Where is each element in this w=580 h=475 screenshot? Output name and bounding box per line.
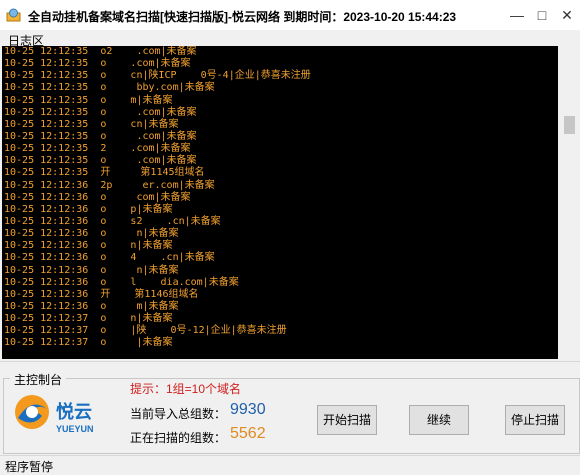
scanning-groups-value: 5562 [230, 425, 266, 442]
logo-text: 悦云 [56, 401, 92, 422]
app-icon [6, 8, 21, 22]
log-line: 10-25 12:12:36 o com|未备案 [4, 191, 191, 203]
log-line: 10-25 12:12:36 o l dia.com|未备案 [4, 276, 239, 288]
total-groups-label: 当前导入总组数： [130, 407, 227, 421]
log-line: 10-25 12:12:35 开 第1145组域名 [4, 167, 205, 179]
log-scrollbar[interactable] [561, 46, 578, 359]
log-line: 10-25 12:12:36 o n|未备案 [4, 264, 179, 276]
log-line: 10-25 12:12:35 o bby.com|未备案 [4, 82, 215, 94]
log-line: 10-25 12:12:35 o2 .com|未备案 [4, 46, 197, 57]
log-line: 10-25 12:12:36 o 4 .cn|未备案 [4, 252, 215, 264]
start-scan-button[interactable]: 开始扫描 [317, 405, 377, 435]
log-line: 10-25 12:12:37 o |陕 0号-12|企业|恭喜未注册 [4, 325, 287, 337]
title-bar: 全自动挂机备案域名扫描[快速扫描版]-悦云网络 到期时间：2023-10-20 … [0, 0, 580, 30]
control-panel-label: 主控制台 [10, 371, 67, 388]
log-line: 10-25 12:12:36 o m|未备案 [4, 300, 179, 312]
log-line: 10-25 12:12:36 开 第1146组域名 [4, 288, 199, 300]
status-divider [0, 455, 580, 456]
log-line: 10-25 12:12:35 2 .com|未备案 [4, 143, 191, 155]
status-bar-text: 程序暂停 [5, 460, 54, 474]
window-title: 全自动挂机备案域名扫描[快速扫描版]-悦云网络 到期时间：2023-10-20 … [28, 10, 457, 24]
log-line: 10-25 12:12:36 o n|未备案 [4, 240, 173, 252]
log-line: 10-25 12:12:35 o m|未备案 [4, 94, 173, 106]
log-line: 10-25 12:12:36 o p|未备案 [4, 203, 173, 215]
hint-text: 提示：1组=10个域名 [130, 382, 242, 396]
log-line: 10-25 12:12:35 o .com|未备案 [4, 58, 191, 70]
log-line: 10-25 12:12:35 o .com|未备案 [4, 106, 197, 118]
continue-button[interactable]: 继续 [409, 405, 469, 435]
logo-subtext: YUEYUN [56, 424, 94, 434]
log-line: 10-25 12:12:35 o .com|未备案 [4, 155, 197, 167]
scrollbar-thumb[interactable] [564, 116, 575, 134]
log-line: 10-25 12:12:36 o s2 .cn|未备案 [4, 215, 221, 227]
yueyun-logo: 悦云 YUEYUN [15, 395, 94, 434]
divider [0, 361, 580, 362]
log-line: 10-25 12:12:35 o cn|陕ICP 0号-4|企业|恭喜未注册 [4, 70, 311, 82]
log-line: 10-25 12:12:35 o .com|未备案 [4, 130, 197, 142]
log-line: 10-25 12:12:36 o n|未备案 [4, 228, 179, 240]
log-output[interactable]: 10-25 12:12:35 o2 .com|未备案 10-25 12:12:35… [2, 46, 558, 359]
log-line: 10-25 12:12:36 2p er.com|未备案 [4, 179, 215, 191]
total-groups-value: 9930 [230, 401, 266, 418]
stop-scan-button[interactable]: 停止扫描 [505, 405, 565, 435]
log-line: 10-25 12:12:35 o cn|未备案 [4, 118, 179, 130]
close-button[interactable]: ✕ [550, 4, 580, 26]
log-line: 10-25 12:12:37 o n|未备案 [4, 313, 173, 325]
log-line: 10-25 12:12:37 o |未备案 [4, 337, 173, 349]
scanning-groups-label: 正在扫描的组数： [130, 431, 227, 445]
